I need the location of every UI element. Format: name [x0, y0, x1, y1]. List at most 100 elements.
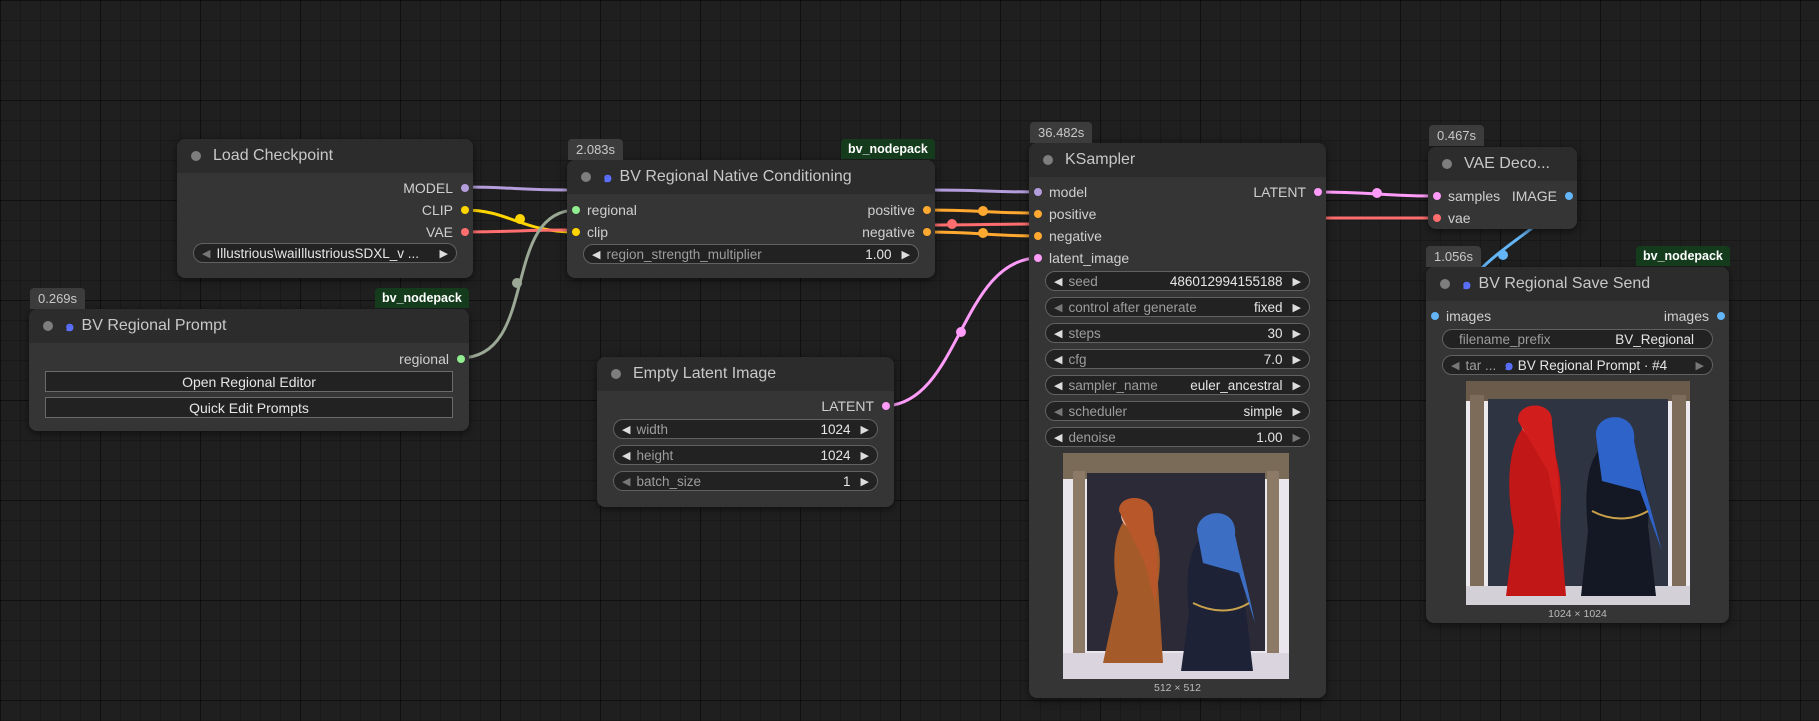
bv-regional-save-send-node[interactable]: ๑ BV Regional Save Send images images fi…: [1426, 267, 1729, 623]
slot-dot-icon[interactable]: [461, 184, 469, 192]
slot-dot-icon[interactable]: [1034, 232, 1042, 240]
height-widget[interactable]: ◀ height 1024 ▶: [613, 445, 878, 465]
arrow-right-icon[interactable]: ▶: [902, 248, 910, 261]
arrow-left-icon[interactable]: ◀: [202, 247, 210, 260]
arrow-left-icon[interactable]: ◀: [592, 248, 600, 261]
slot-dot-icon[interactable]: [1431, 312, 1439, 320]
arrow-right-icon[interactable]: ▶: [1293, 431, 1301, 444]
arrow-left-icon[interactable]: ◀: [1054, 431, 1062, 444]
node-title-bar[interactable]: ๑ BV Regional Save Send: [1426, 267, 1729, 301]
input-negative[interactable]: negative: [1029, 228, 1102, 244]
bv-regional-native-conditioning-node[interactable]: ๑ BV Regional Native Conditioning region…: [567, 160, 935, 278]
output-positive[interactable]: positive: [868, 202, 935, 218]
output-regional[interactable]: regional: [399, 351, 469, 367]
link-midpoint[interactable]: [1372, 188, 1382, 198]
arrow-right-icon[interactable]: ▶: [1293, 275, 1301, 288]
collapse-dot-icon[interactable]: [1442, 159, 1452, 169]
slot-dot-icon[interactable]: [1433, 214, 1441, 222]
open-regional-editor-button[interactable]: Open Regional Editor: [45, 371, 453, 392]
batch-size-widget[interactable]: ◀ batch_size 1 ▶: [613, 471, 878, 491]
seed-widget[interactable]: ◀ seed 486012994155188 ▶: [1045, 271, 1310, 291]
slot-dot-icon[interactable]: [1314, 188, 1322, 196]
arrow-right-icon[interactable]: ▶: [1293, 379, 1301, 392]
output-latent[interactable]: LATENT: [821, 398, 894, 414]
load-checkpoint-node[interactable]: Load Checkpoint MODEL CLIP VAE ◀ Illustr…: [177, 139, 473, 278]
arrow-right-icon[interactable]: ▶: [1293, 353, 1301, 366]
input-model[interactable]: model: [1029, 184, 1087, 200]
output-model[interactable]: MODEL: [403, 180, 473, 196]
slot-dot-icon[interactable]: [882, 402, 890, 410]
input-vae[interactable]: vae: [1428, 210, 1471, 226]
denoise-widget[interactable]: ◀ denoise 1.00 ▶: [1045, 427, 1310, 447]
output-images[interactable]: images: [1664, 308, 1729, 324]
arrow-left-icon[interactable]: ◀: [622, 475, 630, 488]
arrow-right-icon[interactable]: ▶: [1696, 359, 1704, 372]
link-midpoint[interactable]: [512, 278, 522, 288]
node-title-bar[interactable]: Load Checkpoint: [177, 139, 473, 173]
link-midpoint[interactable]: [978, 228, 988, 238]
slot-dot-icon[interactable]: [1034, 188, 1042, 196]
arrow-left-icon[interactable]: ◀: [1054, 405, 1062, 418]
slot-dot-icon[interactable]: [923, 228, 931, 236]
region-strength-multiplier-widget[interactable]: ◀ region_strength_multiplier 1.00 ▶: [583, 244, 919, 264]
node-title-bar[interactable]: VAE Deco...: [1428, 147, 1577, 181]
arrow-left-icon[interactable]: ◀: [622, 449, 630, 462]
slot-dot-icon[interactable]: [1034, 210, 1042, 218]
slot-dot-icon[interactable]: [572, 206, 580, 214]
arrow-right-icon[interactable]: ▶: [861, 475, 869, 488]
node-title-bar[interactable]: KSampler: [1029, 143, 1326, 177]
link-midpoint[interactable]: [978, 206, 988, 216]
control-after-generate-widget[interactable]: ◀ control after generate fixed ▶: [1045, 297, 1310, 317]
collapse-dot-icon[interactable]: [611, 369, 621, 379]
arrow-left-icon[interactable]: ◀: [1054, 379, 1062, 392]
target-combo-widget[interactable]: ◀ tar ... ๑ BV Regional Prompt · #4 ▶: [1442, 355, 1713, 375]
arrow-left-icon[interactable]: ◀: [1451, 359, 1459, 372]
filename-prefix-widget[interactable]: filename_prefix BV_Regional: [1442, 329, 1713, 349]
slot-dot-icon[interactable]: [461, 228, 469, 236]
link-midpoint[interactable]: [515, 214, 525, 224]
collapse-dot-icon[interactable]: [191, 151, 201, 161]
link-midpoint[interactable]: [956, 327, 966, 337]
node-title-bar[interactable]: Empty Latent Image: [597, 357, 894, 391]
arrow-right-icon[interactable]: ▶: [440, 247, 448, 260]
input-regional[interactable]: regional: [567, 202, 637, 218]
link-midpoint[interactable]: [947, 219, 957, 229]
input-samples[interactable]: samples: [1428, 188, 1500, 204]
quick-edit-prompts-button[interactable]: Quick Edit Prompts: [45, 397, 453, 418]
slot-dot-icon[interactable]: [572, 228, 580, 236]
output-vae[interactable]: VAE: [426, 224, 473, 240]
arrow-left-icon[interactable]: ◀: [622, 423, 630, 436]
output-image[interactable]: IMAGE: [1512, 188, 1577, 204]
sampler-name-widget[interactable]: ◀ sampler_name euler_ancestral ▶: [1045, 375, 1310, 395]
scheduler-widget[interactable]: ◀ scheduler simple ▶: [1045, 401, 1310, 421]
output-clip[interactable]: CLIP: [422, 202, 473, 218]
width-widget[interactable]: ◀ width 1024 ▶: [613, 419, 878, 439]
collapse-dot-icon[interactable]: [581, 172, 591, 182]
bv-regional-prompt-node[interactable]: ๑ BV Regional Prompt regional Open Regio…: [29, 309, 469, 431]
slot-dot-icon[interactable]: [461, 206, 469, 214]
vae-decode-node[interactable]: VAE Deco... samples vae IMAGE: [1428, 147, 1577, 229]
collapse-dot-icon[interactable]: [43, 321, 53, 331]
arrow-left-icon[interactable]: ◀: [1054, 275, 1062, 288]
slot-dot-icon[interactable]: [923, 206, 931, 214]
cfg-widget[interactable]: ◀ cfg 7.0 ▶: [1045, 349, 1310, 369]
steps-widget[interactable]: ◀ steps 30 ▶: [1045, 323, 1310, 343]
collapse-dot-icon[interactable]: [1440, 279, 1450, 289]
arrow-right-icon[interactable]: ▶: [1293, 405, 1301, 418]
slot-dot-icon[interactable]: [1034, 254, 1042, 262]
empty-latent-image-node[interactable]: Empty Latent Image LATENT ◀ width 1024 ▶…: [597, 357, 894, 507]
arrow-left-icon[interactable]: ◀: [1054, 327, 1062, 340]
node-title-bar[interactable]: ๑ BV Regional Native Conditioning: [567, 160, 935, 194]
ckpt-name-combo[interactable]: ◀ Illustrious\waiIllustriousSDXL_v ... ▶: [193, 243, 457, 263]
slot-dot-icon[interactable]: [1565, 192, 1573, 200]
node-title-bar[interactable]: ๑ BV Regional Prompt: [29, 309, 469, 343]
output-latent[interactable]: LATENT: [1253, 184, 1326, 200]
arrow-left-icon[interactable]: ◀: [1054, 301, 1062, 314]
slot-dot-icon[interactable]: [1433, 192, 1441, 200]
arrow-right-icon[interactable]: ▶: [861, 449, 869, 462]
input-positive[interactable]: positive: [1029, 206, 1096, 222]
slot-dot-icon[interactable]: [1717, 312, 1725, 320]
output-negative[interactable]: negative: [862, 224, 935, 240]
input-clip[interactable]: clip: [567, 224, 608, 240]
arrow-right-icon[interactable]: ▶: [861, 423, 869, 436]
